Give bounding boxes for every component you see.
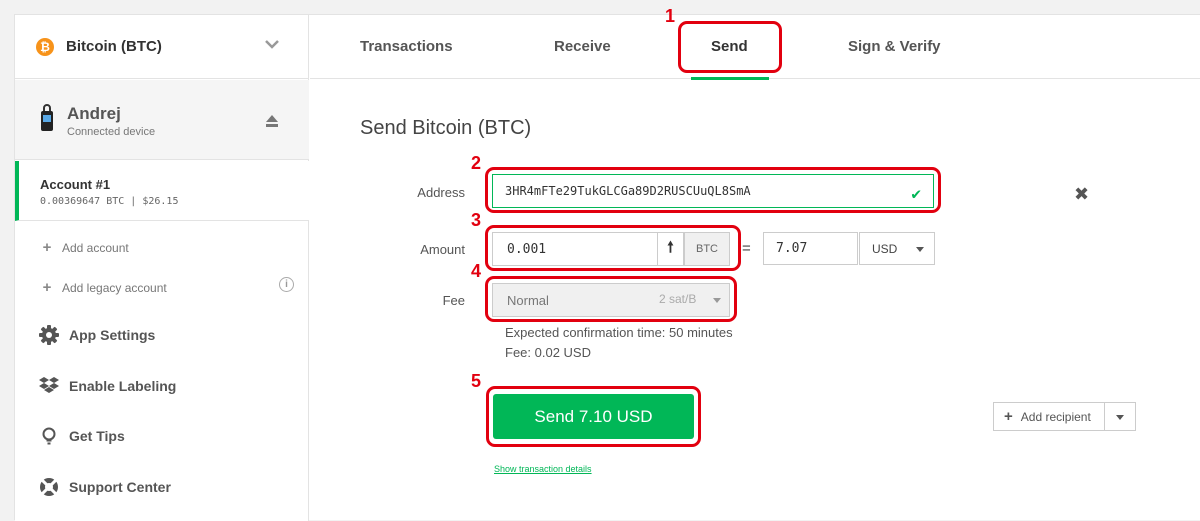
lightbulb-icon: [42, 427, 56, 445]
menu-app-settings[interactable]: App Settings: [39, 325, 155, 345]
page-title: Send Bitcoin (BTC): [360, 117, 532, 139]
fiat-value: 7.07: [776, 241, 808, 256]
confirmation-time: Expected confirmation time: 50 minutes: [505, 325, 733, 340]
clear-address-icon[interactable]: ✖: [1074, 184, 1089, 205]
add-recipient-button[interactable]: + Add recipient: [993, 402, 1105, 431]
account-item[interactable]: Account #1 0.00369647 BTC | $26.15: [15, 161, 309, 221]
gear-icon: [39, 325, 59, 345]
tab-receive[interactable]: Receive: [554, 38, 611, 55]
coin-name: Bitcoin (BTC): [66, 38, 162, 55]
caret-down-icon: [1116, 415, 1124, 420]
fiat-currency: USD: [872, 241, 898, 256]
sidebar: ₿ Bitcoin (BTC) Andrej Connected device …: [15, 15, 309, 521]
amount-label: Amount: [420, 242, 465, 257]
annotation-box-amount: [485, 225, 741, 271]
fee-label: Fee: [442, 293, 465, 308]
account-balance: 0.00369647 BTC | $26.15: [40, 196, 179, 207]
show-transaction-details-link[interactable]: Show transaction details: [494, 464, 592, 474]
main-panel: Transactions Receive Send Sign & Verify …: [310, 6, 1200, 521]
active-tab-indicator: [691, 77, 769, 80]
device-name: Andrej: [67, 104, 121, 123]
fiat-amount-input[interactable]: 7.07: [763, 232, 858, 265]
dropbox-icon: [39, 377, 59, 393]
annotation-box-address: [485, 167, 941, 213]
address-label: Address: [417, 185, 465, 200]
annotation-box-fee: [485, 276, 737, 322]
device-panel[interactable]: Andrej Connected device: [15, 80, 309, 160]
tab-sign-verify[interactable]: Sign & Verify: [848, 38, 941, 55]
add-recipient-label: Add recipient: [1020, 409, 1091, 424]
bitcoin-icon: ₿: [36, 38, 54, 56]
annotation-number-3: 3: [471, 210, 482, 230]
info-icon[interactable]: i: [279, 277, 294, 292]
equals-sign: =: [742, 240, 751, 257]
eject-icon[interactable]: [265, 114, 279, 128]
annotation-number-4: 4: [471, 261, 482, 281]
lifebuoy-icon: [40, 478, 58, 496]
menu-get-tips[interactable]: Get Tips: [39, 426, 125, 446]
plus-icon: +: [42, 239, 52, 256]
fiat-currency-select[interactable]: USD: [859, 232, 935, 265]
menu-enable-labeling[interactable]: Enable Labeling: [39, 376, 176, 396]
chevron-down-icon[interactable]: [265, 39, 279, 49]
app-window: ₿ Bitcoin (BTC) Andrej Connected device …: [14, 6, 1200, 521]
annotation-box-send-button: [486, 386, 701, 447]
enable-labeling-label: Enable Labeling: [69, 378, 177, 394]
annotation-number-1: 1: [665, 6, 676, 26]
support-center-label: Support Center: [69, 479, 171, 495]
device-status: Connected device: [67, 126, 156, 138]
add-account-label: Add account: [62, 240, 129, 255]
add-legacy-account-link[interactable]: + Add legacy account: [41, 279, 167, 296]
get-tips-label: Get Tips: [69, 428, 125, 444]
annotation-number-5: 5: [471, 371, 482, 391]
tab-transactions[interactable]: Transactions: [360, 38, 453, 55]
add-legacy-account-label: Add legacy account: [62, 280, 167, 295]
fee-amount: Fee: 0.02 USD: [505, 345, 591, 360]
add-account-link[interactable]: + Add account: [41, 239, 129, 256]
trezor-device-icon: [41, 104, 53, 131]
menu-support-center[interactable]: Support Center: [39, 477, 171, 497]
annotation-number-2: 2: [471, 153, 482, 173]
plus-icon: +: [42, 279, 52, 296]
plus-icon: +: [1004, 408, 1013, 425]
annotation-box-send-tab: [678, 21, 782, 73]
coin-selector[interactable]: ₿ Bitcoin (BTC): [15, 15, 309, 79]
caret-down-icon: [916, 247, 924, 252]
account-title: Account #1: [40, 177, 111, 192]
app-settings-label: App Settings: [69, 327, 156, 343]
add-recipient-dropdown[interactable]: [1105, 402, 1136, 431]
